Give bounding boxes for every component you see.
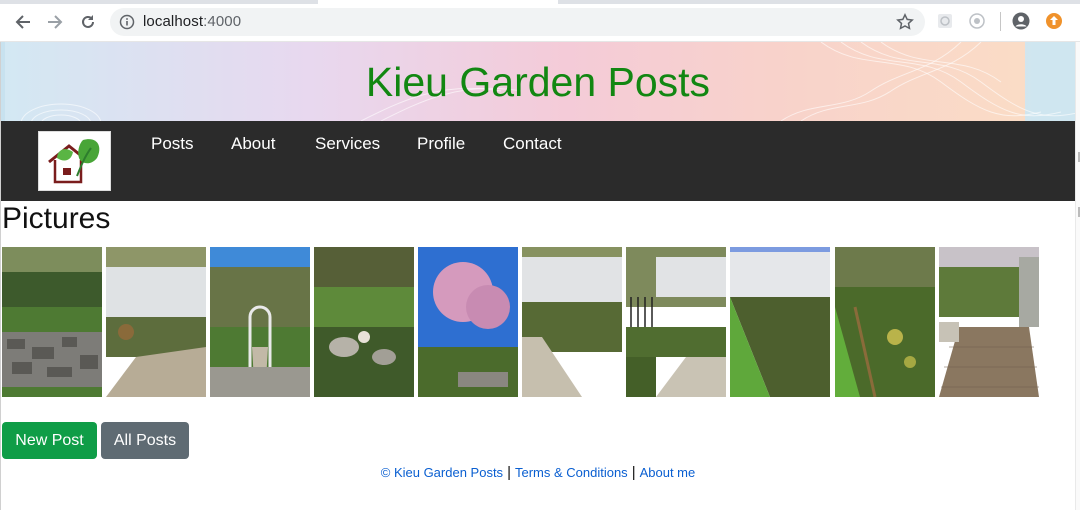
star-icon[interactable]: [896, 13, 914, 31]
nav-link-contact[interactable]: Contact: [503, 134, 562, 154]
photo-brick-patio[interactable]: [939, 247, 1039, 397]
extension-icon[interactable]: [968, 12, 986, 30]
tab-strip: [0, 0, 1080, 4]
nav-link-posts[interactable]: Posts: [151, 134, 194, 154]
info-icon[interactable]: [119, 14, 135, 30]
footer-separator: |: [631, 464, 636, 481]
footer-separator: |: [507, 464, 511, 481]
main-navbar: Posts About Services Profile Contact: [1, 121, 1075, 201]
photo-cherry-tree[interactable]: [418, 247, 518, 397]
active-tab[interactable]: [318, 0, 558, 4]
photo-iron-fence[interactable]: [626, 247, 726, 397]
browser-toolbar: localhost:4000: [0, 0, 1080, 42]
site-logo[interactable]: [38, 131, 111, 191]
profile-icon[interactable]: [1012, 12, 1030, 30]
url-host: localhost: [143, 13, 204, 30]
photo-fence-bed[interactable]: [522, 247, 622, 397]
forward-arrow-icon[interactable]: [44, 11, 66, 33]
site-title: Kieu Garden Posts: [365, 59, 711, 105]
back-arrow-icon[interactable]: [12, 11, 34, 33]
photo-fence-walkway[interactable]: [106, 247, 206, 397]
photo-lawn-bed[interactable]: [730, 247, 830, 397]
url-port: :4000: [203, 13, 242, 30]
page-scrollbar[interactable]: [1075, 42, 1080, 510]
nav-link-profile[interactable]: Profile: [417, 134, 465, 154]
house-leaf-logo-icon: [48, 139, 100, 184]
nav-link-services[interactable]: Services: [315, 134, 380, 154]
pictures-heading: Pictures: [2, 202, 111, 235]
extension-icon[interactable]: [936, 12, 954, 30]
footer-about-link[interactable]: About me: [640, 465, 696, 480]
photo-rock-garden[interactable]: [314, 247, 414, 397]
reload-icon[interactable]: [77, 11, 99, 33]
photo-arch-path[interactable]: [210, 247, 310, 397]
toolbar-separator: [1000, 12, 1001, 31]
all-posts-button[interactable]: All Posts: [101, 422, 189, 459]
new-post-button[interactable]: New Post: [2, 422, 97, 459]
photo-flower-border[interactable]: [835, 247, 935, 397]
nav-link-about[interactable]: About: [231, 134, 275, 154]
site-banner: Kieu Garden Posts: [1, 42, 1075, 121]
page-viewport: Kieu Garden Posts Posts About Services P…: [0, 42, 1075, 510]
photo-stone-wall[interactable]: [2, 247, 102, 397]
url-text[interactable]: localhost:4000: [143, 13, 241, 30]
footer-copyright-link[interactable]: © Kieu Garden Posts: [381, 465, 503, 480]
footer-terms-link[interactable]: Terms & Conditions: [515, 465, 628, 480]
site-footer: © Kieu Garden Posts | Terms & Conditions | A…: [1, 464, 1075, 481]
address-bar[interactable]: localhost:4000: [110, 8, 925, 36]
update-icon[interactable]: [1045, 12, 1063, 30]
